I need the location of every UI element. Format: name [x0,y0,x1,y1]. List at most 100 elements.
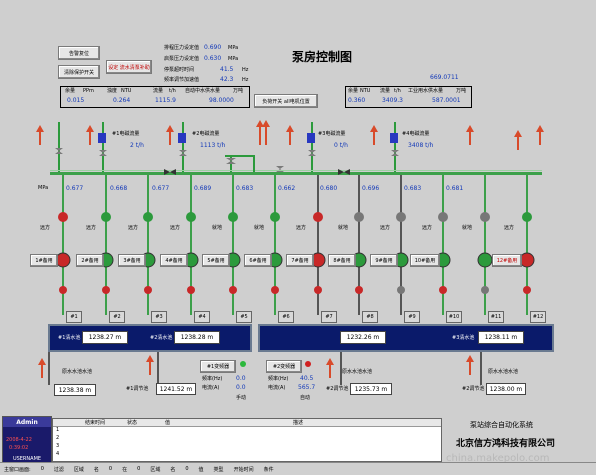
pressure-reading: 0.680 [320,185,338,192]
pressure-reading: 0.677 [152,185,170,192]
status-item: 名 [170,466,176,473]
table-row[interactable]: 3 [56,443,59,449]
company-name: 北京信方鸿科技有限公司 [456,439,556,449]
pump-mode: 远方 [128,225,139,231]
table-row[interactable]: 1 [56,427,59,433]
pump-mode: 远方 [40,225,51,231]
pressure-reading: 0.683 [236,185,254,192]
pump-standby-button[interactable]: 5#备用 [202,254,230,267]
pressure-reading: 0.689 [194,185,212,192]
inverter-2-frequency: 40.5 [300,375,314,382]
status-item: 在 [122,466,128,473]
frequency-label: 频率(Hz) [202,376,223,382]
tank-level: 1238.28 m [174,331,220,344]
pressure-reading: 0.681 [446,185,464,192]
frequency-label: 频率(Hz) [268,376,289,382]
tank-level: 1232.26 m [340,331,386,344]
pump-number[interactable]: #2 [109,311,125,323]
reservoir-level: 1238.00 m [486,383,526,395]
system-name: 泵站综合自动化系统 [470,421,533,429]
status-item: 值 [198,466,204,473]
user-panel: Admin 2008-4-22 0:39:02 USERNAME [2,416,52,464]
pressure-reading: 0.677 [66,185,84,192]
pump-mode: 远方 [380,225,391,231]
inverter-2-current: 565.7 [298,384,316,391]
inverter-2-button[interactable]: #2变频器 [266,360,302,373]
pump-mode: 远方 [422,225,433,231]
pump-mode: 就地 [462,225,473,231]
pressure-unit: MPa [38,185,49,191]
status-item: 0 [137,466,141,472]
pump-standby-button[interactable]: 6#备用 [244,254,272,267]
pump-number[interactable]: #3 [151,311,167,323]
reservoir-label: 原水水池水池 [342,369,373,375]
pump-number[interactable]: #10 [446,311,462,323]
table-row[interactable]: 4 [56,451,59,457]
pump-standby-button[interactable]: 3#备用 [118,254,146,267]
tank-level: 1238.27 m [82,331,128,344]
inverter-1-current: 0.0 [236,384,246,391]
pump-mode: 远方 [86,225,97,231]
pump-standby-button[interactable]: 4#备用 [160,254,188,267]
inverter-1-mode: 手动 [236,395,247,401]
status-item: 0 [108,466,113,472]
pump-standby-button[interactable]: 7#备用 [286,254,314,267]
pressure-reading: 0.696 [362,185,380,192]
pressure-reading: 0.662 [278,185,296,192]
current-label: 电流(A) [202,385,220,391]
pump-number[interactable]: #4 [194,311,210,323]
status-item: 0 [40,466,44,472]
pump-mode: 远方 [170,225,181,231]
pump-number[interactable]: #8 [362,311,378,323]
pump-standby-button[interactable]: 9#备用 [370,254,398,267]
header-cell: 描述 [293,420,304,426]
status-item: 区域 [150,466,161,473]
pump-number[interactable]: #6 [278,311,294,323]
inverter-1-frequency: 0.0 [236,375,246,382]
reservoir-level: 1241.52 m [156,383,196,395]
inverter-1-button[interactable]: #1变频器 [200,360,236,373]
user-title: Admin [3,417,51,427]
tank-label: #2清水池 [150,335,173,341]
tank-label: #1清水池 [58,335,81,341]
current-label: 电流(A) [268,385,286,391]
reservoir-label: #2调节池 [462,386,485,392]
status-bar: 主窗口画面: 0 过滤 区域 名 0 在 0 区域 名 0 值 类型 开始时间 … [0,462,596,475]
status-item: 条件 [263,466,274,473]
reservoir-level: 1235.73 m [350,383,392,395]
reservoir-label: #1调节池 [126,386,149,392]
pump-number[interactable]: #5 [236,311,252,323]
reservoir-label: #2调节池 [326,386,349,392]
reservoir-label: 原水水池水池 [488,369,519,375]
tank-label: #3清水池 [452,335,475,341]
pump-number[interactable]: #9 [404,311,420,323]
header-cell: 结束时间 [85,420,106,426]
pressure-reading: 0.683 [404,185,422,192]
header-cell: 状态 [127,420,138,426]
pump-mode: 远方 [296,225,307,231]
status-item: 0 [185,466,189,472]
reservoir-label: 原水水池水池 [62,369,93,375]
pump-standby-button[interactable]: 1#备用 [30,254,58,267]
app-window: 泵房控制图 告警复位 清除保护开关 设定 流水清泵补助 负荷开关 all电机位置… [0,0,596,475]
pressure-reading: 0.668 [110,185,128,192]
event-table-header: 结束时间 状态 值 描述 [53,419,441,427]
pump-number[interactable]: #7 [321,311,337,323]
pump-standby-button[interactable]: 12#备用 [492,254,522,267]
pump-number[interactable]: #12 [530,311,546,323]
pump-number[interactable]: #1 [66,311,82,323]
pump-standby-button[interactable]: 2#备用 [76,254,104,267]
user-date: 2008-4-22 [6,437,32,443]
reservoir-level: 1238.38 m [54,384,96,396]
pump-standby-button[interactable]: 8#备用 [328,254,356,267]
status-item: 类型 [213,466,224,473]
pump-number[interactable]: #11 [488,311,504,323]
table-row[interactable]: 2 [56,435,59,441]
inverter-2-mode: 自动 [300,395,311,401]
pump-mode: 远方 [504,225,515,231]
tank-left: #1清水池 1238.27 m #2清水池 1238.28 m [48,324,252,352]
event-table[interactable]: 结束时间 状态 值 描述 1 2 3 4 [52,418,442,462]
tank-right: 1232.26 m #3清水池 1238.11 m [258,324,554,352]
pump-standby-button[interactable]: 10#备用 [410,254,440,267]
header-cell: 值 [165,420,171,426]
